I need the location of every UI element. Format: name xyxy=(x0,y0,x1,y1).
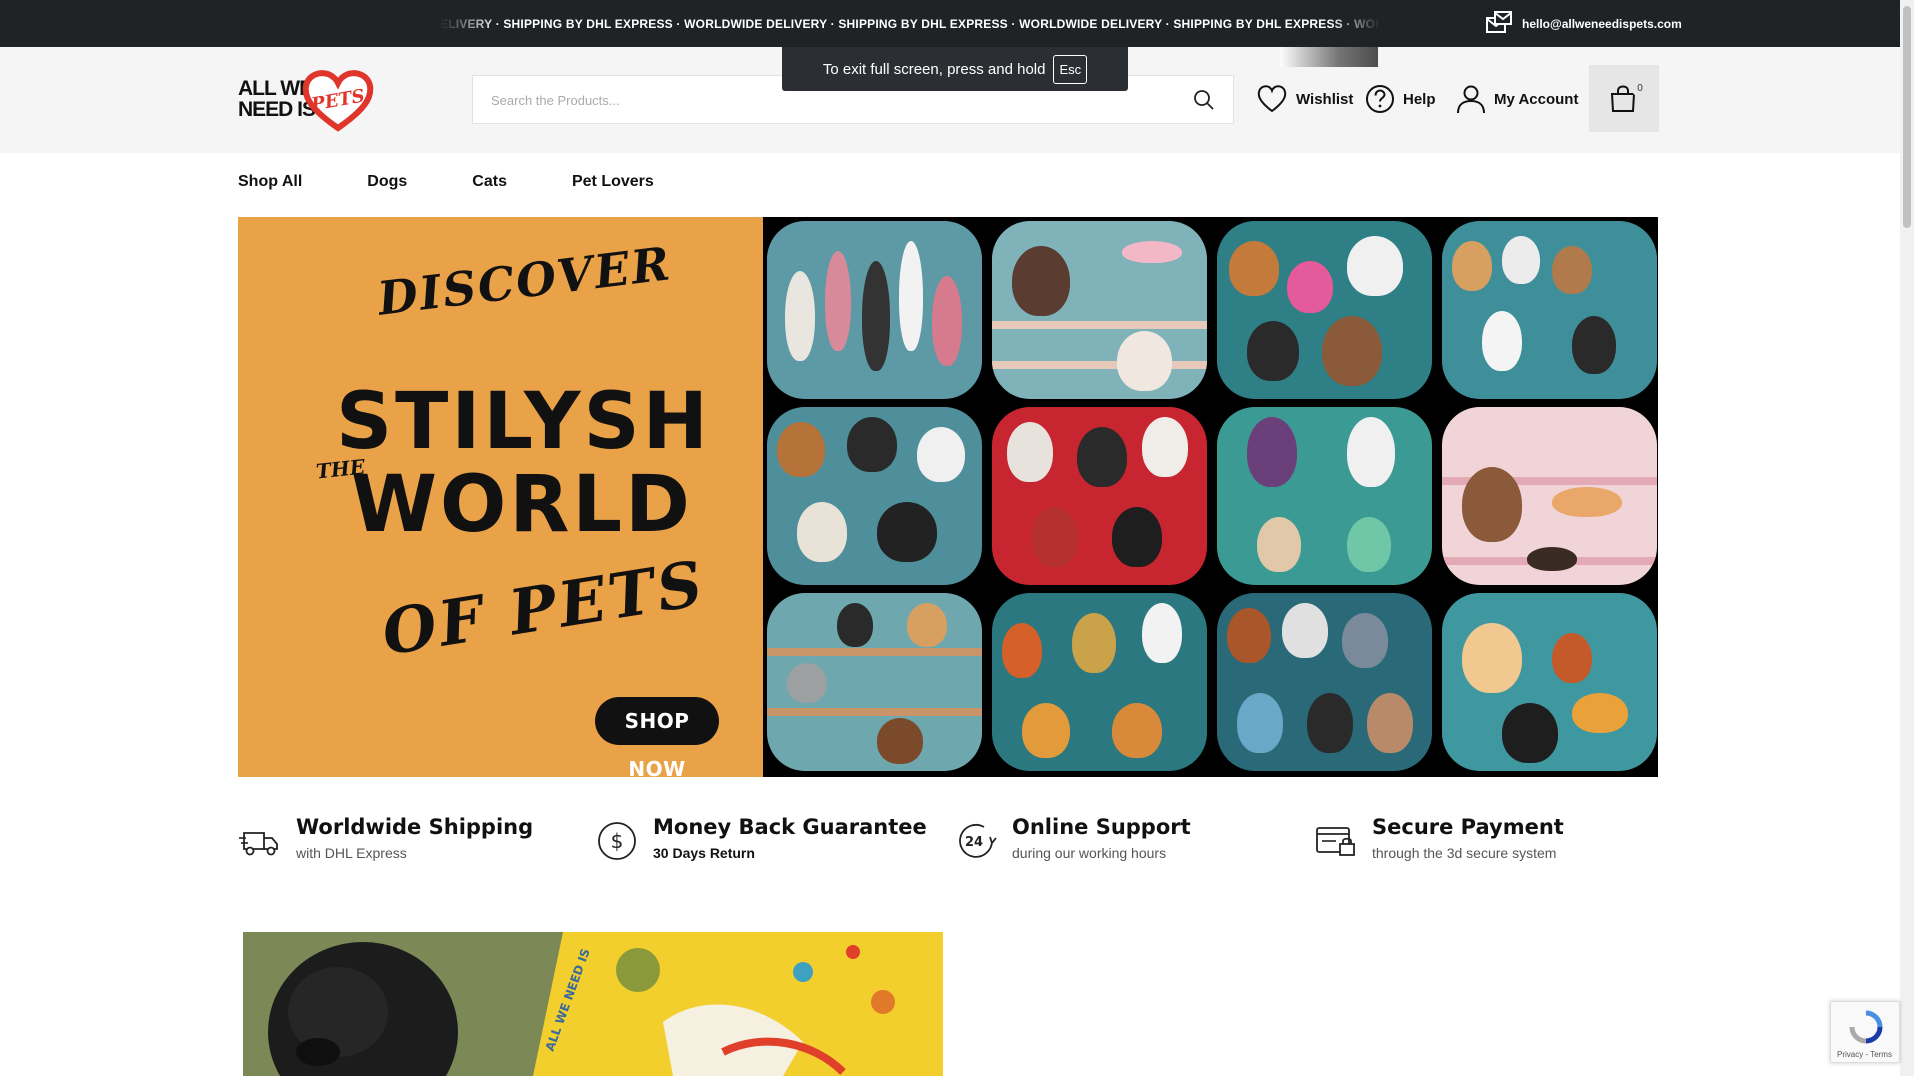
pattern-tile xyxy=(992,593,1207,771)
recaptcha-links[interactable]: Privacy - Terms xyxy=(1837,1050,1892,1059)
search-input[interactable] xyxy=(491,88,1151,112)
feature-subtitle: through the 3d secure system xyxy=(1372,845,1557,861)
search-icon[interactable] xyxy=(1193,89,1215,111)
announcement-text: ELIVERY · SHIPPING BY DHL EXPRESS · WORL… xyxy=(440,16,1380,31)
dog-with-bandana-image: ALL WE NEED IS xyxy=(243,932,943,1076)
scrollbar-thumb[interactable] xyxy=(1903,6,1911,228)
shop-now-button[interactable]: SHOP NOW xyxy=(595,697,719,777)
secure-card-icon xyxy=(1316,827,1355,856)
help-label: Help xyxy=(1403,90,1436,108)
features-strip: Worldwide Shipping with DHL Express $ Mo… xyxy=(238,815,1658,875)
feature-title: Worldwide Shipping xyxy=(296,815,534,839)
pattern-tile xyxy=(1442,407,1657,585)
feature-secure-payment: Secure Payment through the 3d secure sys… xyxy=(1314,815,1564,863)
nav-item-pet-lovers[interactable]: Pet Lovers xyxy=(572,173,654,191)
help-icon xyxy=(1366,85,1394,113)
feature-worldwide-shipping: Worldwide Shipping with DHL Express xyxy=(238,815,533,863)
esc-key-hint: Esc xyxy=(1053,54,1088,84)
hero-of-pets-text: OF PETS xyxy=(377,546,711,670)
svg-text:24: 24 xyxy=(965,835,983,850)
dollar-circle-icon: $ xyxy=(598,822,636,860)
feature-subtitle: 30 Days Return xyxy=(653,845,755,861)
fullscreen-toast-message: To exit full screen, press and hold xyxy=(822,60,1046,78)
pattern-tile xyxy=(992,407,1207,585)
nav-item-cats[interactable]: Cats xyxy=(472,173,507,191)
main-navigation: Shop All Dogs Cats Pet Lovers xyxy=(238,173,719,191)
wishlist-link[interactable]: Wishlist xyxy=(1256,84,1353,114)
feature-title: Online Support xyxy=(1012,815,1191,839)
recaptcha-icon xyxy=(1849,1010,1883,1044)
hero-stilysh-text: STILYSH xyxy=(336,377,711,467)
feature-subtitle: with DHL Express xyxy=(296,845,407,861)
user-icon xyxy=(1457,85,1485,114)
recaptcha-badge[interactable]: Privacy - Terms xyxy=(1830,1001,1900,1063)
pattern-tile xyxy=(1442,593,1657,771)
pattern-tile xyxy=(1217,593,1432,771)
hero-world-text: WORLD xyxy=(351,460,693,550)
feature-subtitle: during our working hours xyxy=(1012,845,1167,861)
marquee-fade-right xyxy=(1330,0,1380,47)
fullscreen-exit-toast: To exit full screen, press and hold Esc xyxy=(782,47,1128,91)
pattern-tile xyxy=(767,407,982,585)
pattern-tile xyxy=(1217,407,1432,585)
truck-icon xyxy=(239,832,278,856)
mail-icon xyxy=(1486,10,1514,37)
heart-icon xyxy=(1257,85,1287,113)
pattern-tile xyxy=(1442,221,1657,399)
feature-money-back: $ Money Back Guarantee 30 Days Return xyxy=(595,815,927,863)
nav-item-dogs[interactable]: Dogs xyxy=(367,173,407,191)
pattern-tile xyxy=(1217,221,1432,399)
feature-online-support: 24 Online Support during our working hou… xyxy=(954,815,1191,863)
toast-shadow xyxy=(1280,47,1378,67)
marquee-fade-left xyxy=(440,0,500,47)
cart-button[interactable]: 0 xyxy=(1589,65,1659,132)
cart-count-badge: 0 xyxy=(1632,81,1648,97)
nav-item-shop-all[interactable]: Shop All xyxy=(238,173,302,191)
svg-text:$: $ xyxy=(611,829,624,853)
wishlist-label: Wishlist xyxy=(1296,90,1354,108)
hero-pattern-grid xyxy=(763,217,1658,777)
heart-logo-icon: PETS xyxy=(302,70,374,132)
help-link[interactable]: Help xyxy=(1365,84,1436,114)
announcement-bar: ELIVERY · SHIPPING BY DHL EXPRESS · WORL… xyxy=(0,0,1914,47)
contact-email-link[interactable]: hello@allweneedispets.com xyxy=(1486,10,1682,37)
my-account-link[interactable]: My Account xyxy=(1456,84,1578,114)
support-24-icon: 24 xyxy=(959,824,997,858)
my-account-label: My Account xyxy=(1494,90,1579,108)
feature-title: Money Back Guarantee xyxy=(653,815,927,839)
pattern-tile xyxy=(767,221,982,399)
hero-banner[interactable]: DISCOVER STILYSH THE WORLD OF PETS SHOP … xyxy=(238,217,1658,777)
pattern-tile xyxy=(992,221,1207,399)
hero-discover-text: DISCOVER xyxy=(374,236,675,326)
feature-title: Secure Payment xyxy=(1372,815,1564,839)
contact-email-text: hello@allweneedispets.com xyxy=(1522,16,1682,31)
site-logo[interactable]: ALL WE NEED IS PETS xyxy=(238,70,374,132)
hero-text-panel: DISCOVER STILYSH THE WORLD OF PETS SHOP … xyxy=(238,217,763,777)
pattern-tile xyxy=(767,593,982,771)
announcement-marquee: ELIVERY · SHIPPING BY DHL EXPRESS · WORL… xyxy=(440,0,1380,47)
product-promo-image[interactable]: ALL WE NEED IS xyxy=(243,932,943,1076)
